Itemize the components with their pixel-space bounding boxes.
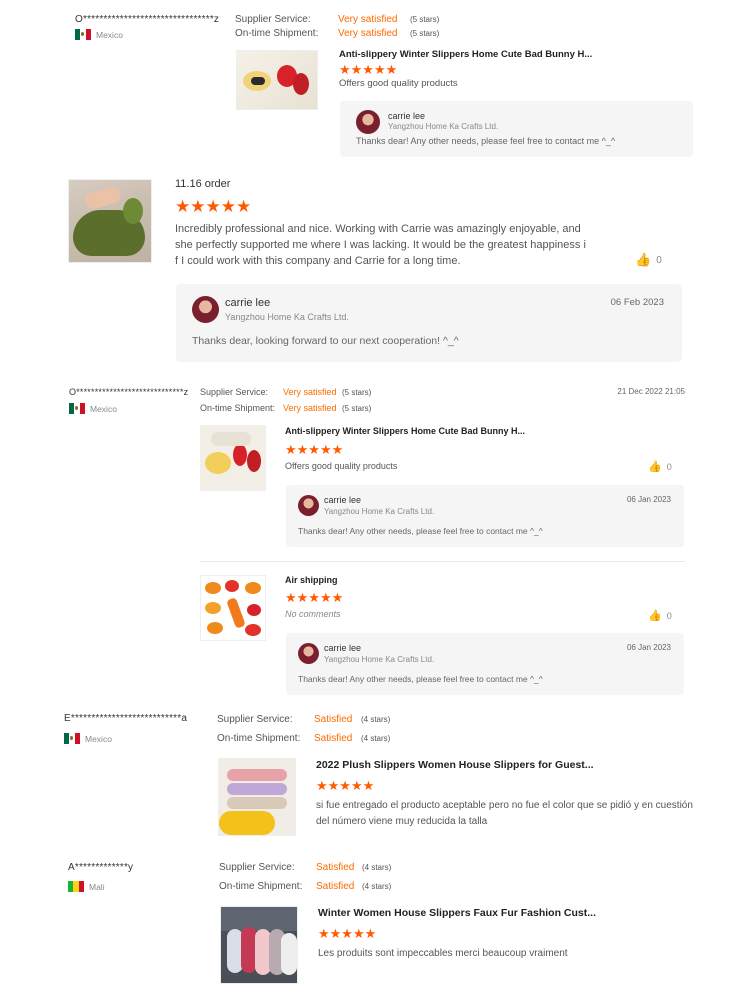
ontime-shipment-label: On-time Shipment: — [235, 28, 319, 39]
product-image[interactable] — [218, 758, 296, 836]
product-image[interactable] — [236, 50, 318, 110]
avatar — [298, 643, 319, 664]
reply-company: Yangzhou Home Ka Crafts Ltd. — [225, 312, 349, 322]
supplier-service-stars: (4 stars) — [361, 715, 391, 724]
supplier-service-stars: (4 stars) — [362, 863, 392, 872]
supplier-service-label: Supplier Service: — [219, 862, 295, 873]
review-text: Les produits sont impeccables merci beau… — [318, 948, 568, 959]
ontime-shipment-stars: (4 stars) — [362, 882, 392, 891]
buyer-country: Mexico — [64, 733, 112, 744]
review-text: Offers good quality products — [285, 461, 398, 471]
thumbs-up-icon: 👍 — [648, 461, 662, 473]
ontime-shipment-label: On-time Shipment: — [200, 403, 276, 413]
reply-company: Yangzhou Home Ka Crafts Ltd. — [324, 507, 435, 516]
mexico-flag-icon — [75, 29, 91, 40]
rating-stars: ★★★★★ — [316, 778, 375, 793]
product-title[interactable]: 2022 Plush Slippers Women House Slippers… — [316, 759, 594, 771]
reply-name: carrie lee — [324, 495, 362, 505]
review-text: Offers good quality products — [339, 78, 458, 89]
supplier-service-label: Supplier Service: — [217, 714, 293, 725]
ontime-shipment-stars: (5 stars) — [410, 29, 440, 38]
reply-message: Thanks dear! Any other needs, please fee… — [356, 136, 616, 146]
review-text: Incredibly professional and nice. Workin… — [175, 223, 586, 267]
reply-name: carrie lee — [324, 643, 362, 653]
reply-date: 06 Feb 2023 — [610, 297, 664, 308]
review-text: si fue entregado el producto aceptable p… — [316, 800, 693, 827]
product-title[interactable]: Winter Women House Slippers Faux Fur Fas… — [318, 907, 596, 919]
avatar — [192, 296, 219, 323]
supplier-reply: carrie lee Yangzhou Home Ka Crafts Ltd. … — [286, 633, 684, 695]
supplier-service-stars: (5 stars) — [410, 15, 440, 24]
reply-company: Yangzhou Home Ka Crafts Ltd. — [324, 655, 435, 664]
reply-message: Thanks dear, looking forward to our next… — [192, 335, 459, 347]
reply-name: carrie lee — [388, 111, 426, 121]
review-text: No comments — [285, 609, 341, 619]
thumbs-up-icon: 👍 — [635, 252, 652, 267]
buyer-country: Mali — [68, 881, 105, 892]
ontime-shipment-label: On-time Shipment: — [219, 881, 303, 892]
like-count: 0 — [666, 610, 672, 621]
rating-stars: ★★★★★ — [339, 62, 398, 77]
ontime-shipment-value: Satisfied — [316, 881, 355, 892]
mexico-flag-icon — [64, 733, 80, 744]
supplier-service-stars: (5 stars) — [342, 388, 372, 397]
review-photo[interactable] — [68, 179, 152, 263]
buyer-name: O********************************z — [75, 14, 220, 25]
like-button[interactable]: 👍 0 — [648, 460, 672, 473]
buyer-name: O*****************************z — [69, 387, 189, 397]
product-image[interactable] — [200, 575, 266, 641]
country-label: Mexico — [90, 403, 117, 414]
divider — [200, 561, 685, 562]
supplier-reply: carrie lee Yangzhou Home Ka Crafts Ltd. … — [176, 284, 682, 362]
reply-company: Yangzhou Home Ka Crafts Ltd. — [388, 122, 499, 131]
like-button[interactable]: 👍 0 — [635, 252, 662, 268]
reply-message: Thanks dear! Any other needs, please fee… — [298, 526, 543, 536]
product-image[interactable] — [200, 425, 266, 491]
reply-name: carrie lee — [225, 297, 271, 309]
reply-message: Thanks dear! Any other needs, please fee… — [298, 674, 543, 684]
order-label: 11.16 order — [175, 178, 231, 190]
ontime-shipment-stars: (5 stars) — [342, 404, 372, 413]
rating-stars: ★★★★★ — [285, 590, 344, 605]
supplier-service-value: Very satisfied — [338, 14, 398, 25]
buyer-country: Mexico — [69, 403, 117, 414]
country-label: Mexico — [96, 29, 123, 40]
like-button[interactable]: 👍 0 — [648, 609, 672, 622]
supplier-service-label: Supplier Service: — [235, 14, 311, 25]
rating-stars: ★★★★★ — [318, 926, 377, 941]
supplier-service-label: Supplier Service: — [200, 387, 269, 397]
avatar — [298, 495, 319, 516]
ontime-shipment-value: Very satisfied — [283, 403, 337, 413]
product-title[interactable]: Anti-slippery Winter Slippers Home Cute … — [285, 426, 525, 436]
thumbs-up-icon: 👍 — [648, 610, 662, 622]
mali-flag-icon — [68, 881, 84, 892]
supplier-reply: carrie lee Yangzhou Home Ka Crafts Ltd. … — [340, 101, 693, 157]
ontime-shipment-value: Very satisfied — [338, 28, 398, 39]
review-date: 21 Dec 2022 21:05 — [617, 387, 685, 396]
ontime-shipment-stars: (4 stars) — [361, 734, 391, 743]
product-title: Air shipping — [285, 575, 338, 585]
avatar — [356, 110, 380, 134]
product-image[interactable] — [220, 906, 298, 984]
supplier-service-value: Satisfied — [316, 862, 355, 873]
reply-date: 06 Jan 2023 — [626, 643, 671, 652]
country-label: Mexico — [85, 733, 112, 744]
buyer-name: E***************************a — [64, 713, 188, 724]
product-title[interactable]: Anti-slippery Winter Slippers Home Cute … — [339, 49, 592, 60]
rating-stars: ★★★★★ — [175, 197, 252, 216]
supplier-service-value: Very satisfied — [283, 387, 337, 397]
supplier-reply: carrie lee Yangzhou Home Ka Crafts Ltd. … — [286, 485, 684, 547]
like-count: 0 — [666, 461, 672, 472]
like-count: 0 — [656, 254, 662, 266]
ontime-shipment-label: On-time Shipment: — [217, 733, 301, 744]
buyer-name: A*************y — [68, 862, 134, 873]
rating-stars: ★★★★★ — [285, 442, 344, 457]
ontime-shipment-value: Satisfied — [314, 733, 353, 744]
buyer-country: Mexico — [75, 29, 123, 40]
mexico-flag-icon — [69, 403, 85, 414]
reply-date: 06 Jan 2023 — [626, 495, 671, 504]
supplier-service-value: Satisfied — [314, 714, 353, 725]
country-label: Mali — [89, 881, 105, 892]
